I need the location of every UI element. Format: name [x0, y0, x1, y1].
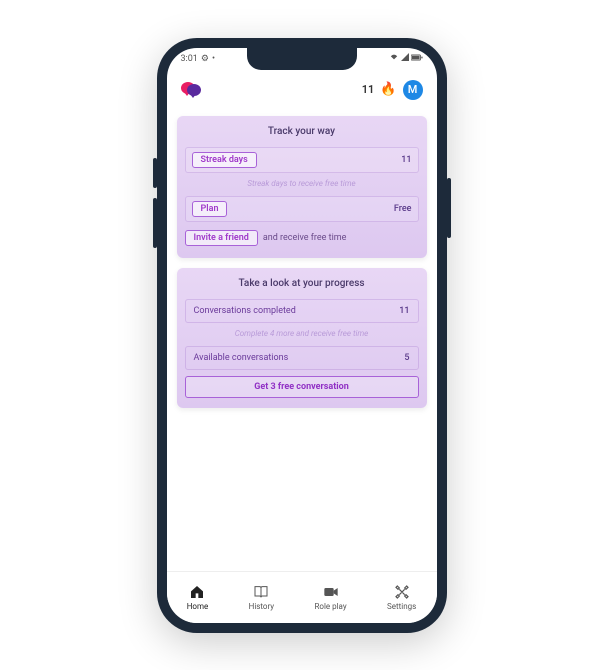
fire-icon: 🔥 [380, 82, 396, 97]
conversations-row: Conversations completed 11 [185, 299, 419, 323]
status-time: 3:01 [181, 54, 198, 64]
content: Track your way Streak days 11 Streak day… [167, 110, 437, 571]
nav-home-label: Home [187, 602, 209, 611]
streak-days-pill: Streak days [192, 152, 257, 168]
book-icon [252, 584, 270, 600]
status-gear-icon: ⚙ [201, 54, 209, 64]
track-card: Track your way Streak days 11 Streak day… [177, 116, 427, 258]
nav-settings-label: Settings [387, 602, 416, 611]
status-dot-icon: • [212, 54, 215, 64]
invite-row: Invite a friend and receive free time [185, 228, 419, 248]
volume-down-button [153, 198, 157, 248]
video-icon [322, 584, 340, 600]
plan-pill: Plan [192, 201, 228, 217]
track-card-title: Track your way [185, 126, 419, 137]
nav-settings[interactable]: Settings [387, 584, 416, 611]
notch [247, 48, 357, 70]
nav-home[interactable]: Home [187, 584, 209, 611]
invite-friend-button[interactable]: Invite a friend [185, 230, 258, 246]
streak-row: Streak days 11 [185, 147, 419, 173]
bottom-nav: Home History Role play Settings [167, 571, 437, 623]
nav-roleplay[interactable]: Role play [314, 584, 346, 611]
conversations-label: Conversations completed [194, 306, 296, 316]
progress-card-title: Take a look at your progress [185, 278, 419, 289]
available-label: Available conversations [194, 353, 289, 363]
wifi-icon [389, 53, 399, 64]
available-value: 5 [404, 353, 409, 363]
phone-frame: 3:01 ⚙ • 11 [157, 38, 447, 633]
invite-text: and receive free time [263, 233, 347, 243]
conversations-value: 11 [399, 306, 409, 316]
app-header: 11 🔥 M [167, 70, 437, 110]
streak-days-value: 11 [401, 155, 411, 165]
volume-up-button [153, 158, 157, 188]
status-left: 3:01 ⚙ • [181, 54, 215, 64]
nav-roleplay-label: Role play [314, 602, 346, 611]
header-right: 11 🔥 M [362, 80, 423, 100]
signal-icon [401, 53, 409, 64]
screen: 3:01 ⚙ • 11 [167, 48, 437, 623]
available-row: Available conversations 5 [185, 346, 419, 370]
nav-history-label: History [249, 602, 274, 611]
conversations-hint: Complete 4 more and receive free time [185, 329, 419, 338]
header-streak-count: 11 [362, 83, 375, 96]
app-logo-icon [181, 82, 201, 98]
plan-row: Plan Free [185, 196, 419, 222]
get-free-conversation-button[interactable]: Get 3 free conversation [185, 376, 419, 398]
progress-card: Take a look at your progress Conversatio… [177, 268, 427, 408]
plan-value: Free [394, 204, 412, 214]
nav-history[interactable]: History [249, 584, 274, 611]
status-right [389, 53, 423, 64]
battery-icon [411, 54, 423, 64]
avatar[interactable]: M [403, 80, 423, 100]
home-icon [188, 584, 206, 600]
tools-icon [393, 584, 411, 600]
power-button [447, 178, 451, 238]
streak-hint: Streak days to receive free time [185, 179, 419, 188]
